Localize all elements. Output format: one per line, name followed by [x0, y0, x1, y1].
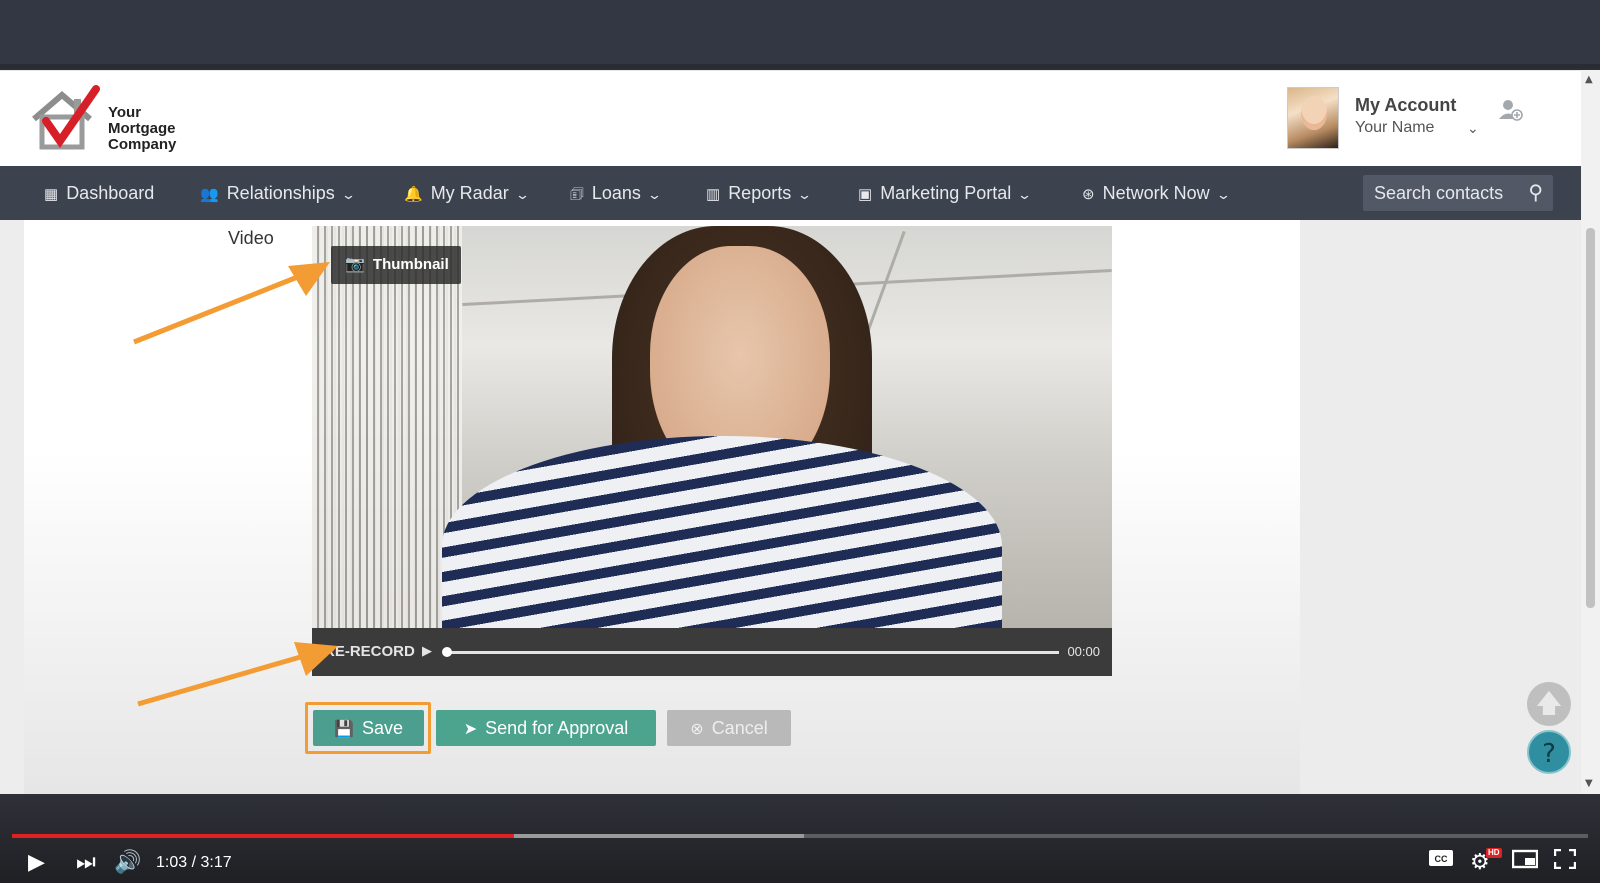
account-menu[interactable]: My Account Your Name ⌄: [1287, 87, 1549, 151]
house-check-logo-icon: [32, 85, 100, 150]
logo-line-2: Mortgage: [108, 120, 176, 137]
nav-reports[interactable]: ▥ Reports ⌄: [706, 166, 813, 220]
people-icon: 👥: [200, 186, 219, 203]
fullscreen-icon[interactable]: [1553, 846, 1577, 880]
chevron-down-icon[interactable]: ⌄: [1467, 121, 1479, 137]
avatar[interactable]: [1287, 87, 1339, 149]
video-field-label: Video: [228, 228, 274, 248]
nav-dashboard[interactable]: ▦ Dashboard: [44, 166, 154, 220]
nav-my-radar-label: My Radar: [430, 183, 509, 203]
nav-network-now-label: Network Now: [1102, 183, 1210, 203]
app-header: Your Mortgage Company My Account Your Na…: [0, 70, 1581, 166]
logo-line-3: Company: [108, 136, 177, 153]
annotation-arrow-icon: [133, 262, 330, 345]
scroll-to-top-button[interactable]: 🡅: [1527, 682, 1571, 726]
add-user-icon[interactable]: [1497, 97, 1523, 129]
account-title[interactable]: My Account: [1355, 95, 1456, 116]
floppy-disk-icon: 💾: [334, 721, 354, 738]
player-progress-bar[interactable]: [12, 834, 1588, 838]
chevron-down-icon: ⌄: [646, 187, 663, 202]
video-time: 00:00: [1067, 644, 1100, 659]
company-logo[interactable]: Your Mortgage Company: [28, 85, 188, 157]
bell-icon: 🔔: [404, 186, 423, 203]
striped-shirt: [442, 436, 1002, 656]
cancel-label: Cancel: [711, 718, 768, 738]
thumbnail-button[interactable]: 📷 Thumbnail: [331, 246, 461, 284]
logo-text: Your Mortgage Company: [108, 105, 176, 153]
paper-plane-icon: ➤: [463, 721, 478, 738]
video-frame: [312, 226, 1112, 656]
nav-relationships-label: Relationships: [226, 183, 335, 203]
camera-icon: 📷: [345, 256, 365, 273]
send-for-approval-button[interactable]: ➤ Send for Approval: [436, 710, 656, 746]
miniplayer-icon[interactable]: [1511, 846, 1539, 880]
scroll-up-arrow-icon[interactable]: ▲: [1585, 74, 1593, 85]
scroll-down-arrow-icon[interactable]: ▼: [1585, 778, 1593, 789]
next-icon[interactable]: ⏭: [76, 846, 96, 880]
nav-loans[interactable]: 🗊 Loans ⌄: [570, 166, 663, 220]
chevron-down-icon: ⌄: [340, 187, 356, 202]
search-icon[interactable]: ⚲: [1528, 180, 1543, 204]
nav-loans-label: Loans: [591, 183, 641, 203]
svg-text:CC: CC: [1435, 854, 1448, 864]
browser-top-bar: [0, 0, 1600, 66]
nav-dashboard-label: Dashboard: [66, 183, 155, 203]
hd-badge-icon: HD: [1486, 848, 1502, 858]
left-gutter: [0, 220, 24, 794]
account-name[interactable]: Your Name: [1355, 119, 1434, 137]
video-recorder[interactable]: 📷 Thumbnail RE-RECORD ▶ 00:00: [312, 226, 1112, 676]
top-divider: [0, 64, 1600, 68]
nav-network-now[interactable]: ⊛ Network Now ⌄: [1082, 166, 1231, 220]
scrollbar-thumb[interactable]: [1586, 228, 1595, 608]
captions-icon[interactable]: CC: [1428, 846, 1454, 880]
thumbnail-label: Thumbnail: [372, 256, 449, 273]
web-app: Your Mortgage Company My Account Your Na…: [0, 70, 1581, 794]
dashboard-icon: ▦: [44, 186, 59, 203]
help-button[interactable]: ?: [1527, 730, 1571, 774]
played-bar: [12, 834, 514, 838]
annotation-arrow-icon: [137, 642, 338, 707]
close-circle-icon: ⊗: [690, 721, 704, 738]
chevron-down-icon: ⌄: [514, 187, 530, 202]
seek-handle[interactable]: [442, 647, 452, 657]
search-box: ⚲: [1363, 175, 1553, 211]
video-player-bar: ▶ ⏭ 🔊 1:03 / 3:17 CC ⚙ HD: [0, 794, 1600, 883]
chevron-down-icon: ⌄: [1215, 187, 1231, 202]
nav-marketing-portal-label: Marketing Portal: [880, 183, 1012, 203]
chevron-down-icon: ⌄: [797, 187, 813, 202]
logo-line-1: Your: [108, 104, 142, 121]
video-controls: RE-RECORD ▶ 00:00: [312, 628, 1112, 676]
cancel-button[interactable]: ⊗ Cancel: [667, 710, 791, 746]
chevron-down-icon: ⌄: [1017, 187, 1033, 202]
send-label: Send for Approval: [485, 718, 629, 738]
nav-relationships[interactable]: 👥 Relationships ⌄: [200, 166, 356, 220]
content-area: Video 📷 Thumbnail RE-RECORD ▶ 00:00 💾 Sa…: [0, 220, 1581, 794]
play-icon[interactable]: ▶: [28, 846, 45, 880]
volume-icon[interactable]: 🔊: [114, 846, 141, 880]
search-input[interactable]: [1363, 175, 1518, 211]
storefront-icon: ▣: [858, 186, 873, 203]
play-icon[interactable]: ▶: [422, 628, 432, 676]
nav-marketing-portal[interactable]: ▣ Marketing Portal ⌄: [858, 166, 1033, 220]
save-label: Save: [361, 718, 403, 738]
main-nav: ▦ Dashboard 👥 Relationships ⌄ 🔔 My Radar ⌄ 🗊 L…: [0, 166, 1581, 220]
video-seek-track[interactable]: [447, 651, 1059, 654]
nav-my-radar[interactable]: 🔔 My Radar ⌄: [404, 166, 530, 220]
loans-icon: 🗊: [570, 186, 584, 203]
page-scrollbar[interactable]: ▲ ▼: [1581, 70, 1600, 794]
player-time: 1:03 / 3:17: [156, 854, 232, 871]
network-icon: ⊛: [1082, 186, 1095, 203]
nav-reports-label: Reports: [728, 183, 792, 203]
bar-chart-icon: ▥: [706, 186, 721, 203]
